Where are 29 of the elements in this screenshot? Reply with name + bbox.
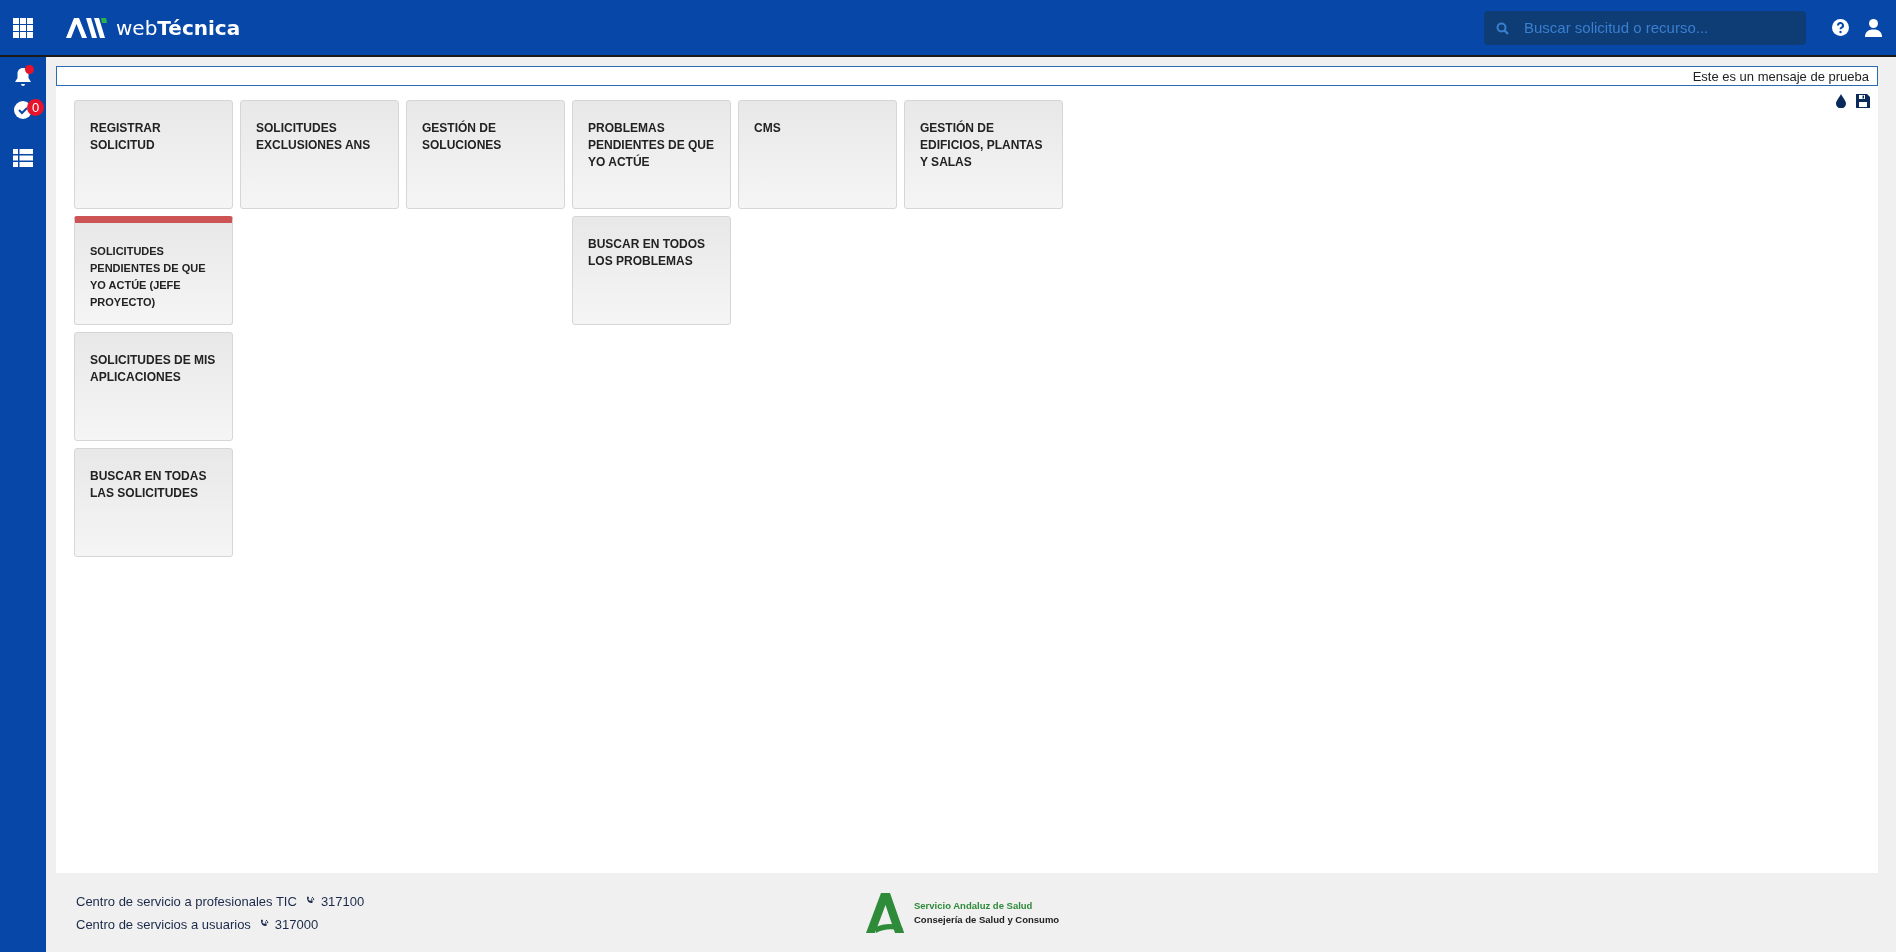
search-icon [1496, 21, 1509, 35]
help-button[interactable] [1832, 19, 1849, 36]
menu-tile[interactable]: BUSCAR EN TODAS LAS SOLICITUDES [74, 448, 233, 557]
menu-tile[interactable]: SOLICITUDES PENDIENTES DE QUE YO ACTÚE (JEFE PROYECTO) [74, 216, 233, 325]
search-field[interactable]: Buscar solicitud o recurso... [1484, 10, 1806, 45]
contact-label: Centro de servicios a usuarios [76, 916, 251, 932]
message-banner: Este es un mensaje de prueba [56, 66, 1878, 86]
phone-number: 317100 [320, 893, 365, 909]
save-icon[interactable] [1856, 94, 1870, 108]
organization-name: Servicio Andaluz de Salud [914, 900, 1034, 911]
organization-department: Consejería de Salud y Consumo [914, 914, 1060, 925]
user-button[interactable] [1865, 18, 1882, 37]
menu-tile[interactable]: GESTIÓN DE EDIFICIOS, PLANTAS Y SALAS [904, 100, 1063, 209]
notifications-button[interactable] [14, 67, 32, 87]
theme-drop-icon[interactable] [1836, 94, 1846, 108]
tasks-count-badge: 0 [27, 99, 44, 116]
menu-tile[interactable]: BUSCAR EN TODOS LOS PROBLEMAS [572, 216, 731, 325]
logo-icon [66, 17, 108, 38]
menu-tile[interactable]: REGISTRAR SOLICITUD [74, 100, 233, 209]
menu-tile[interactable]: SOLICITUDES DE MIS APLICACIONES [74, 332, 233, 441]
phone-number: 317000 [274, 916, 319, 932]
list-button[interactable] [13, 149, 33, 167]
contact-label: Centro de servicio a profesionales TIC [76, 893, 297, 909]
app-title: webTécnica [116, 15, 241, 40]
menu-tile[interactable]: PROBLEMAS PENDIENTES DE QUE YO ACTÚE [572, 100, 731, 209]
menu-tile[interactable]: GESTIÓN DE SOLUCIONES [406, 100, 565, 209]
menu-tile[interactable]: SOLICITUDES EXCLUSIONES ANS [240, 100, 399, 209]
menu-tile[interactable]: CMS [738, 100, 897, 209]
apps-grid-icon[interactable] [13, 17, 33, 38]
